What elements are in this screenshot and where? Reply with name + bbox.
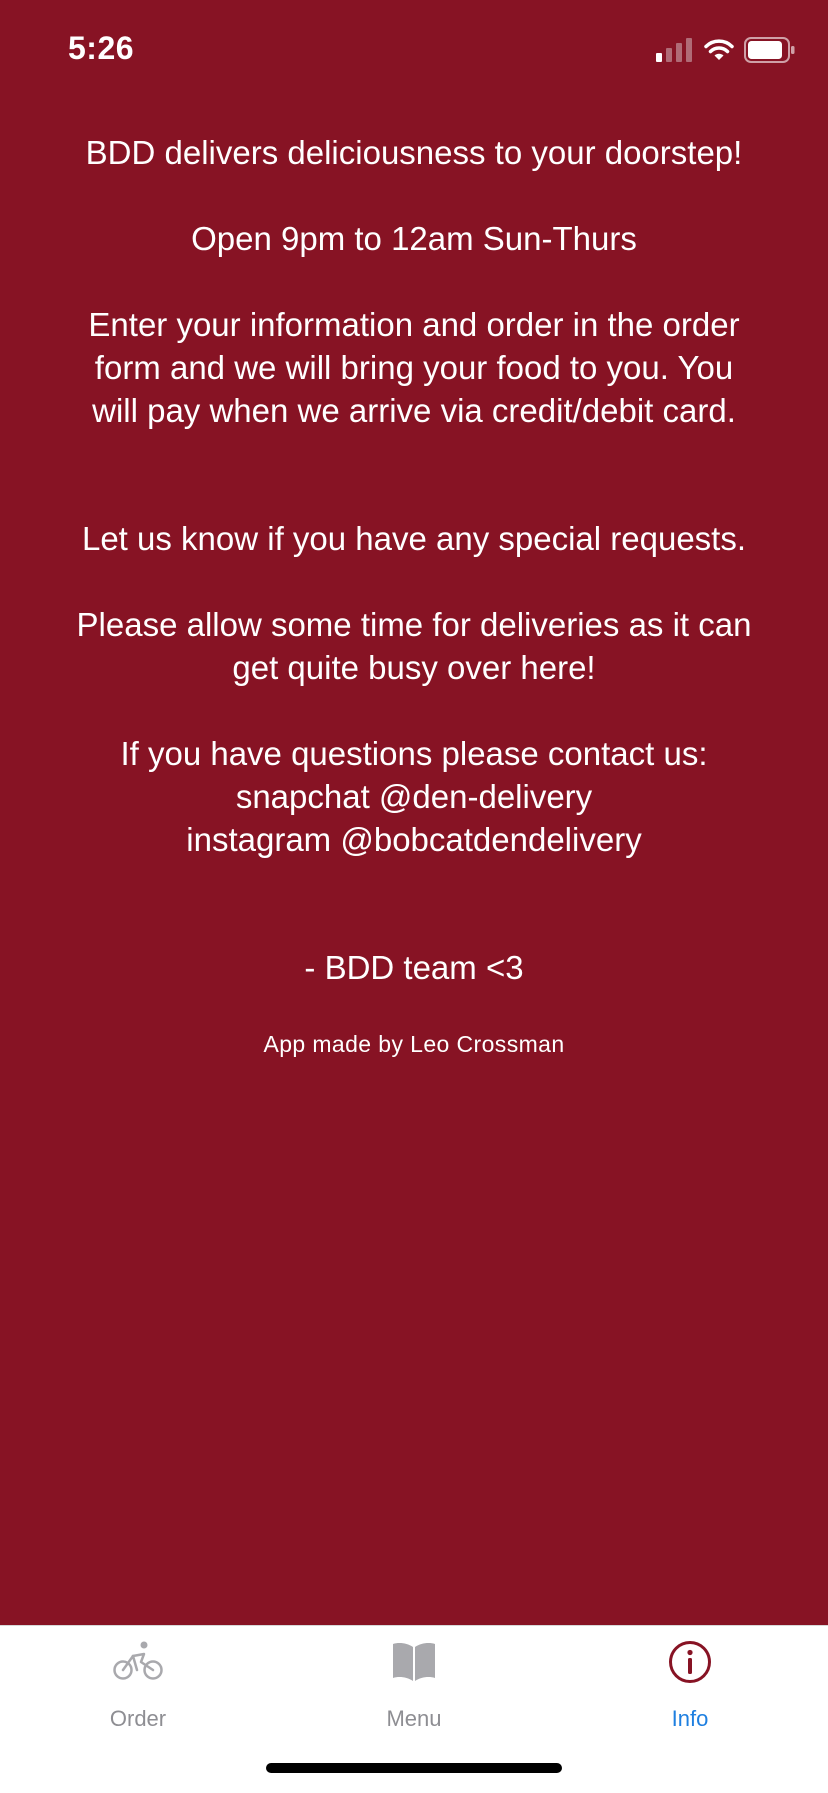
hours-text: Open 9pm to 12am Sun-Thurs [191,220,637,257]
delivery-note-line-2: get quite busy over here! [232,649,596,686]
wifi-icon [704,39,734,60]
instructions-line-1: Enter your information and order in the … [88,306,740,343]
special-requests-text: Let us know if you have any special requ… [81,520,747,557]
contact-heading: If you have questions please contact us: [120,735,708,772]
battery-icon [744,37,795,63]
instructions-line-2: form and we will bring your food to you.… [94,349,734,386]
intro-text: BDD delivers deliciousness to your doors… [85,134,743,171]
tab-order-label: Order [109,1706,167,1731]
snapchat-contact: snapchat @den-delivery [235,778,593,815]
info-circle-icon [669,1641,711,1683]
home-indicator [266,1763,562,1773]
tab-info-label: Info [671,1706,709,1731]
app-credit: App made by Leo Crossman [263,1031,565,1057]
tab-order[interactable]: Order [0,1626,276,1746]
status-icons [656,36,796,64]
delivery-note-line-1: Please allow some time for deliveries as… [76,606,752,643]
tab-menu-label: Menu [386,1706,442,1731]
signoff-text: - BDD team <3 [304,949,524,986]
status-time: 5:26 [68,30,135,66]
book-icon [393,1643,435,1681]
status-bar: 5:26 [0,0,828,100]
tab-menu[interactable]: Menu [276,1626,552,1746]
tab-info[interactable]: Info [552,1626,828,1746]
cellular-signal-icon [656,38,692,62]
bicycle-icon [113,1641,163,1680]
instagram-contact: instagram @bobcatdendelivery [186,821,642,858]
instructions-line-3: will pay when we arrive via credit/debit… [92,392,736,429]
